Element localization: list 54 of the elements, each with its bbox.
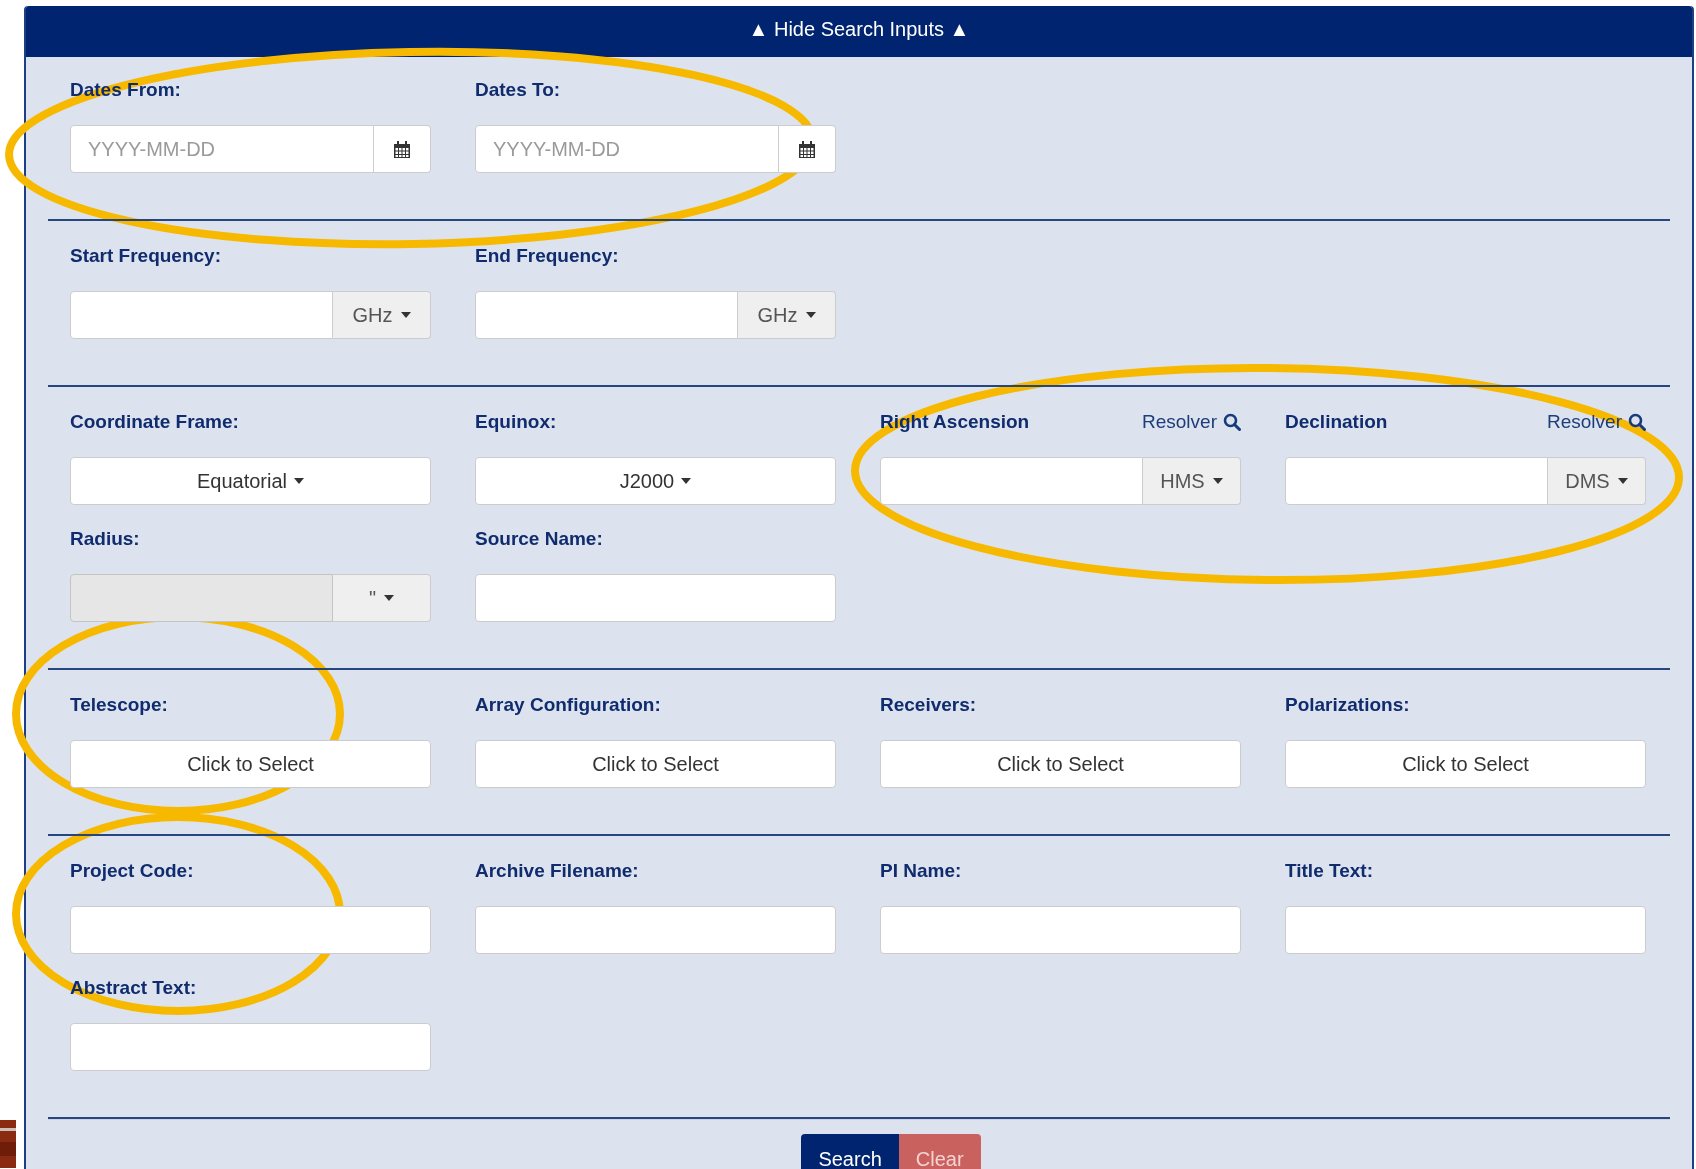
select-dropdown[interactable]: J2000 — [475, 457, 836, 505]
field-label: Polarizations: — [1285, 694, 1410, 716]
unit-dropdown[interactable]: HMS — [1143, 457, 1241, 505]
field-label: Radius: — [70, 528, 140, 550]
caret-icon — [681, 478, 692, 484]
calendar-icon — [799, 140, 815, 158]
field-label: Project Code: — [70, 860, 194, 882]
select-button[interactable]: Click to Select — [475, 740, 836, 788]
search-button[interactable]: Search — [801, 1134, 899, 1169]
field-label: Archive Filename: — [475, 860, 639, 882]
unit-dropdown[interactable]: GHz — [738, 291, 836, 339]
calendar-icon — [394, 140, 410, 158]
select-dropdown[interactable]: Equatorial — [70, 457, 431, 505]
calendar-button[interactable] — [374, 125, 431, 173]
input-field[interactable] — [70, 291, 333, 339]
field-label: End Frequency: — [475, 245, 619, 267]
caret-icon — [384, 595, 395, 601]
input-field[interactable] — [475, 291, 738, 339]
input-field[interactable] — [880, 457, 1143, 505]
field-label: Equinox: — [475, 411, 557, 433]
input-field[interactable] — [1285, 906, 1646, 954]
field-label: Array Configuration: — [475, 694, 661, 716]
input-field[interactable] — [475, 906, 836, 954]
hide-search-toggle[interactable]: ▲ Hide Search Inputs ▲ — [26, 6, 1692, 57]
input-field[interactable] — [70, 906, 431, 954]
input-field[interactable] — [880, 906, 1241, 954]
input-field[interactable] — [1285, 457, 1548, 505]
unit-dropdown[interactable]: DMS — [1548, 457, 1646, 505]
select-button[interactable]: Click to Select — [70, 740, 431, 788]
unit-dropdown[interactable]: GHz — [333, 291, 431, 339]
field-label: Start Frequency: — [70, 245, 221, 267]
calendar-button[interactable] — [779, 125, 836, 173]
field-label: Declination — [1285, 411, 1388, 433]
caret-icon — [294, 478, 305, 484]
field-label: Dates To: — [475, 79, 561, 101]
field-label: Telescope: — [70, 694, 168, 716]
resolver-link[interactable]: Resolver — [1142, 411, 1241, 433]
field-label: Coordinate Frame: — [70, 411, 239, 433]
field-label: Receivers: — [880, 694, 977, 716]
field-label: PI Name: — [880, 860, 962, 882]
search-icon — [1223, 413, 1241, 431]
caret-icon — [400, 312, 411, 318]
input-field[interactable] — [70, 1023, 431, 1071]
select-button[interactable]: Click to Select — [1285, 740, 1646, 788]
field-label: Source Name: — [475, 528, 603, 550]
select-button[interactable]: Click to Select — [880, 740, 1241, 788]
search-icon — [1628, 413, 1646, 431]
caret-icon — [1617, 478, 1628, 484]
field-label: Title Text: — [1285, 860, 1373, 882]
date-field[interactable]: YYYY-MM-DD — [475, 125, 779, 173]
caret-icon — [1212, 478, 1223, 484]
date-field[interactable]: YYYY-MM-DD — [70, 125, 374, 173]
caret-icon — [805, 312, 816, 318]
input-field[interactable] — [475, 574, 836, 622]
